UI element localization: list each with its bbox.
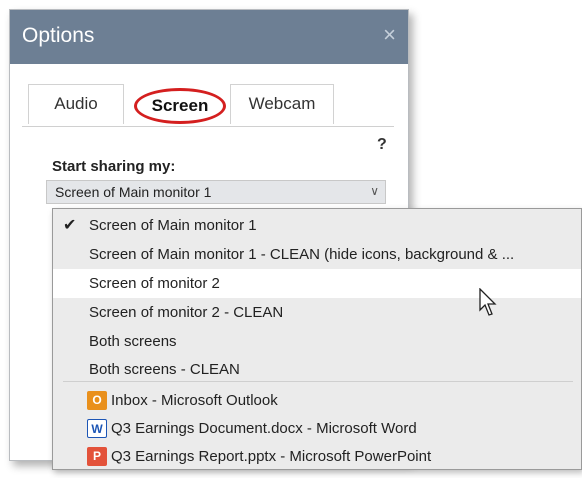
title-bar: Options × <box>10 10 408 64</box>
option-label: Both screens - CLEAN <box>89 361 240 378</box>
option-label: Screen of monitor 2 <box>89 275 220 292</box>
option-both-screens[interactable]: Both screens <box>53 327 581 356</box>
option-main-monitor-1-clean[interactable]: Screen of Main monitor 1 - CLEAN (hide i… <box>53 240 581 269</box>
option-app-powerpoint[interactable]: P Q3 Earnings Report.pptx - Microsoft Po… <box>53 443 581 470</box>
option-label: Q3 Earnings Report.pptx - Microsoft Powe… <box>111 448 432 465</box>
option-label: Screen of Main monitor 1 - CLEAN (hide i… <box>89 246 515 263</box>
option-label: Inbox - Microsoft Outlook <box>111 392 278 409</box>
option-label: Screen of Main monitor 1 <box>89 217 257 234</box>
option-label: Screen of monitor 2 - CLEAN <box>89 304 284 321</box>
option-monitor-2[interactable]: Screen of monitor 2 <box>53 269 581 298</box>
outlook-icon: O <box>87 391 107 410</box>
window-title: Options <box>22 24 95 47</box>
option-label: Q3 Earnings Document.docx - Microsoft Wo… <box>111 420 417 437</box>
help-icon[interactable]: ? <box>377 136 387 154</box>
option-both-screens-clean[interactable]: Both screens - CLEAN <box>53 355 581 384</box>
word-icon: W <box>87 419 107 438</box>
mouse-cursor-icon <box>479 288 497 316</box>
start-sharing-label: Start sharing my: <box>52 158 176 175</box>
options-separator <box>63 381 573 382</box>
option-app-outlook[interactable]: O Inbox - Microsoft Outlook <box>53 387 581 414</box>
sharing-options-dropdown: ✔ Screen of Main monitor 1 Screen of Mai… <box>52 208 582 470</box>
tab-webcam[interactable]: Webcam <box>230 84 334 124</box>
checkmark-icon: ✔ <box>63 217 77 234</box>
tab-bar: Audio Webcam Screen <box>22 80 394 127</box>
option-main-monitor-1[interactable]: ✔ Screen of Main monitor 1 <box>53 211 581 240</box>
tab-screen[interactable]: Screen <box>134 88 226 124</box>
close-icon[interactable]: × <box>383 22 396 48</box>
selected-value: Screen of Main monitor 1 <box>55 184 212 200</box>
chevron-down-icon: ∨ <box>370 184 379 198</box>
tab-audio[interactable]: Audio <box>28 84 124 124</box>
option-monitor-2-clean[interactable]: Screen of monitor 2 - CLEAN <box>53 298 581 327</box>
sharing-source-select[interactable]: Screen of Main monitor 1 ∨ <box>46 180 386 204</box>
option-app-word[interactable]: W Q3 Earnings Document.docx - Microsoft … <box>53 415 581 442</box>
powerpoint-icon: P <box>87 447 107 466</box>
option-label: Both screens <box>89 333 177 350</box>
